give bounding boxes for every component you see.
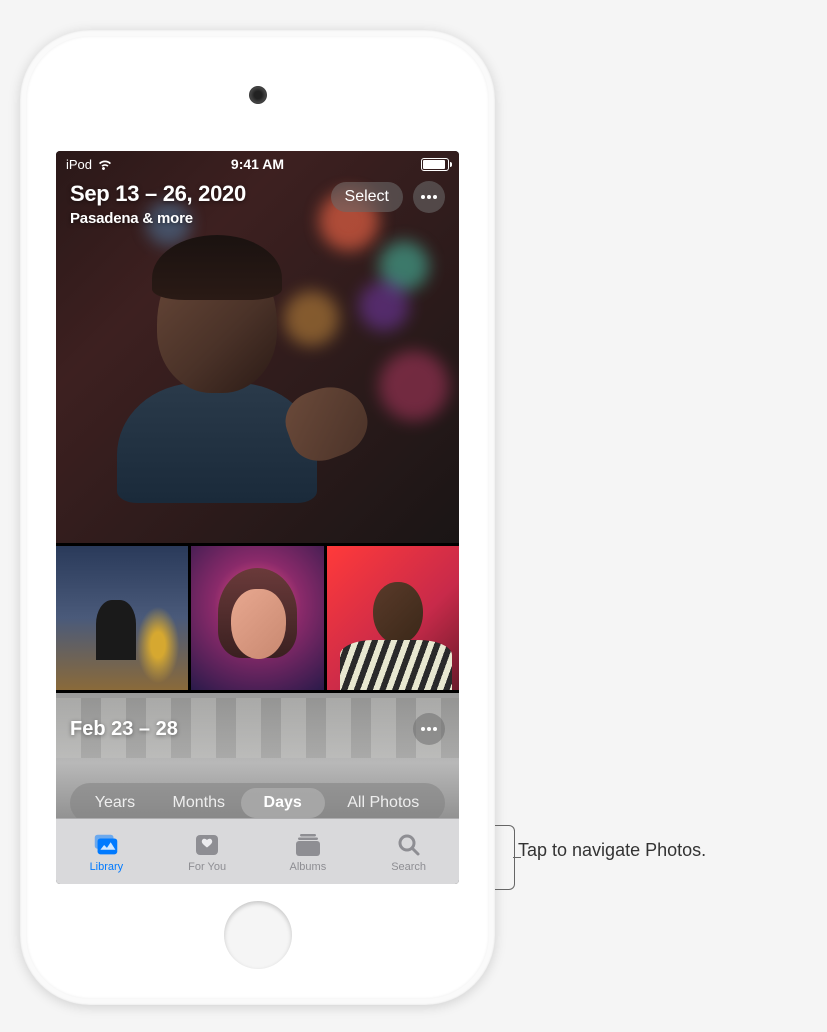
segment-days[interactable]: Days bbox=[241, 788, 325, 818]
callout-text: Tap to navigate Photos. bbox=[518, 840, 706, 861]
library-icon bbox=[91, 831, 121, 859]
second-date-range: Feb 23 – 28 bbox=[70, 718, 178, 741]
thumbnail-row bbox=[56, 546, 459, 690]
status-time: 9:41 AM bbox=[231, 156, 284, 172]
albums-icon bbox=[293, 831, 323, 859]
callout-bracket bbox=[495, 825, 515, 890]
battery-icon bbox=[421, 158, 449, 171]
view-segmented-control: Years Months Days All Photos bbox=[70, 783, 445, 818]
status-bar: iPod 9:41 AM bbox=[56, 151, 459, 177]
search-icon bbox=[394, 831, 424, 859]
segment-months[interactable]: Months bbox=[157, 788, 241, 818]
status-right bbox=[421, 158, 449, 171]
hero-location: Pasadena & more bbox=[70, 210, 246, 227]
hero-photo-subject bbox=[157, 243, 317, 503]
select-button[interactable]: Select bbox=[331, 182, 403, 212]
device-frame: iPod 9:41 AM bbox=[20, 30, 495, 1005]
tab-label: For You bbox=[188, 861, 226, 873]
more-button[interactable] bbox=[413, 713, 445, 745]
hero-header: Sep 13 – 26, 2020 Pasadena & more Select bbox=[70, 181, 445, 227]
tab-label: Library bbox=[90, 861, 124, 873]
screen: iPod 9:41 AM bbox=[56, 151, 459, 884]
ellipsis-icon bbox=[420, 726, 438, 732]
for-you-icon bbox=[192, 831, 222, 859]
tab-label: Search bbox=[391, 861, 426, 873]
segment-all-photos[interactable]: All Photos bbox=[325, 788, 442, 818]
tab-albums[interactable]: Albums bbox=[258, 819, 359, 884]
hero-date-range: Sep 13 – 26, 2020 bbox=[70, 181, 246, 207]
tab-label: Albums bbox=[290, 861, 327, 873]
front-camera bbox=[249, 86, 267, 104]
library-content[interactable]: Sep 13 – 26, 2020 Pasadena & more Select bbox=[56, 151, 459, 818]
wifi-icon bbox=[97, 158, 113, 170]
photo-thumbnail[interactable] bbox=[327, 546, 459, 690]
hero-photo-card[interactable]: Sep 13 – 26, 2020 Pasadena & more Select bbox=[56, 151, 459, 543]
carrier-label: iPod bbox=[66, 157, 92, 172]
ellipsis-icon bbox=[420, 194, 438, 200]
status-left: iPod bbox=[66, 157, 113, 172]
tab-library[interactable]: Library bbox=[56, 819, 157, 884]
photo-thumbnail[interactable] bbox=[191, 546, 323, 690]
photo-thumbnail[interactable] bbox=[56, 546, 188, 690]
segment-years[interactable]: Years bbox=[73, 788, 157, 818]
home-button[interactable] bbox=[224, 901, 292, 969]
more-button[interactable] bbox=[413, 181, 445, 213]
tab-for-you[interactable]: For You bbox=[157, 819, 258, 884]
second-photo-card[interactable]: Feb 23 – 28 Years Months Days All Photos bbox=[56, 693, 459, 818]
device-inner: iPod 9:41 AM bbox=[26, 36, 489, 999]
tab-bar: Library For You bbox=[56, 818, 459, 884]
tab-search[interactable]: Search bbox=[358, 819, 459, 884]
